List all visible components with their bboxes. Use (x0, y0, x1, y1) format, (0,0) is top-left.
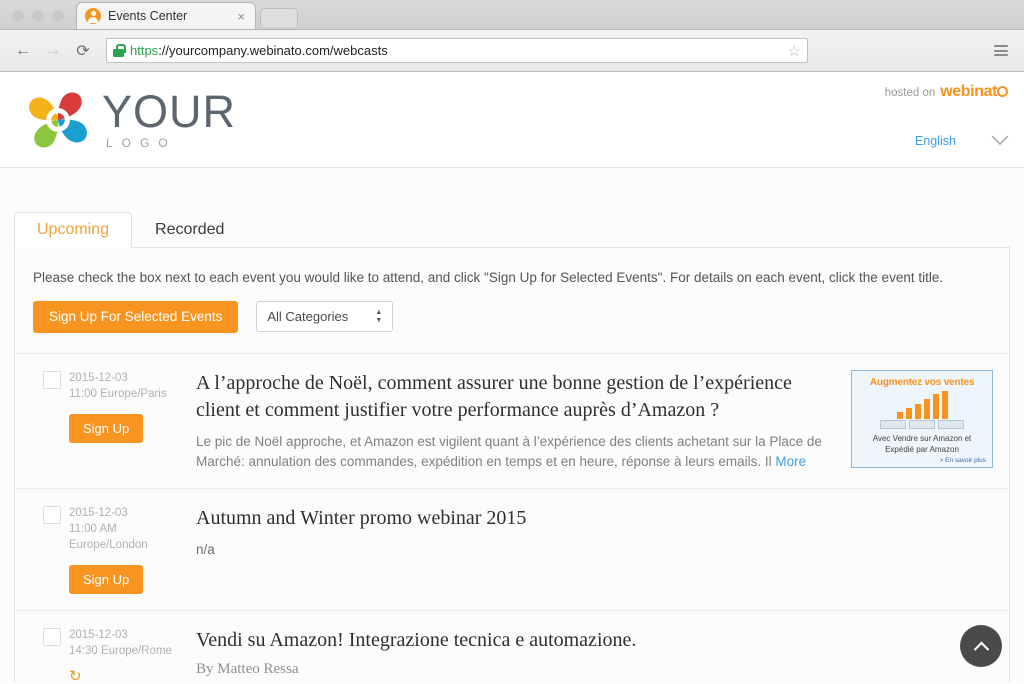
url-rest: ://yourcompany.webinato.com/webcasts (158, 43, 388, 58)
thumbnail-title: Augmentez vos ventes (869, 376, 975, 388)
lock-icon (113, 44, 126, 57)
event-body: A l’approche de Noël, comment assurer un… (196, 370, 851, 472)
back-icon[interactable]: ← (10, 38, 36, 64)
section-tabs: Upcoming Recorded (14, 211, 1010, 248)
hosted-on-badge: hosted on webinat (885, 83, 1008, 101)
signup-button[interactable]: Sign Up (69, 564, 144, 594)
favicon-icon (85, 8, 101, 24)
event-checkbox[interactable] (43, 505, 61, 524)
event-date: 2015-12-03 (69, 506, 128, 519)
event-thumbnail[interactable]: Augmentez vos ventes Avec Vendre sur Ama… (851, 369, 993, 468)
event-title[interactable]: Autumn and Winter promo webinar 2015 (196, 505, 979, 532)
webinato-brand-logo: webinat (940, 83, 1008, 101)
close-icon[interactable]: × (235, 10, 247, 23)
event-time: 14:30 Europe/Rome (69, 644, 172, 657)
window-controls[interactable] (0, 10, 74, 29)
chevron-down-icon[interactable] (991, 128, 1009, 146)
event-description-text: Le pic de Noël approche, et Amazon est v… (196, 433, 822, 469)
event-body: Vendi su Amazon! Integrazione tecnica e … (196, 627, 993, 684)
main-content: Upcoming Recorded Please check the box n… (0, 168, 1024, 683)
thumbnail-caption-line1: Avec Vendre sur Amazon et (872, 433, 972, 443)
panel-controls: Sign Up For Selected Events All Categori… (15, 285, 1009, 353)
thumbnail-bar-chart-icon (852, 390, 992, 419)
language-selector[interactable]: English (915, 128, 1009, 148)
page-content: YOUR LOGO hosted on webinat English Upco… (0, 72, 1024, 683)
event-meta: 2015-12-03 14:30 Europe/Rome ↻ (31, 627, 196, 684)
window-minimize-button[interactable] (32, 10, 44, 22)
event-presenter: By Matteo Ressa (196, 660, 299, 677)
event-title[interactable]: Vendi su Amazon! Integrazione tecnica e … (196, 627, 979, 654)
browser-tab-strip: Events Center × (0, 0, 1024, 30)
thumbnail-caption-line2: Expédié par Amazon (885, 444, 959, 454)
tab-recorded-label: Recorded (155, 220, 225, 238)
category-select-value: All Categories (267, 309, 349, 325)
forward-icon[interactable]: → (40, 38, 66, 64)
event-meta: 2015-12-03 11:00 AM Europe/London Sign U… (31, 505, 196, 594)
select-arrows-icon: ▲ ▼ (375, 308, 383, 324)
event-time: 11:00 Europe/Paris (69, 387, 167, 400)
tab-upcoming[interactable]: Upcoming (14, 212, 133, 248)
signup-selected-events-button[interactable]: Sign Up For Selected Events (33, 301, 239, 333)
hosted-on-label: hosted on (884, 87, 936, 99)
more-link[interactable]: More (775, 454, 806, 469)
reload-icon[interactable]: ⟳ (70, 38, 96, 64)
address-bar[interactable]: https://yourcompany.webinato.com/webcast… (106, 38, 808, 63)
event-body: Autumn and Winter promo webinar 2015 n/a (196, 505, 993, 594)
browser-tab-title: Events Center (108, 9, 188, 23)
tab-upcoming-label: Upcoming (37, 221, 110, 238)
thumbnail-link[interactable]: > En savoir plus (852, 455, 992, 464)
events-panel: Please check the box next to each event … (14, 247, 1010, 683)
event-row[interactable]: 2015-12-03 14:30 Europe/Rome ↻ Vendi su … (15, 609, 1009, 684)
event-row[interactable]: 2015-12-03 11:00 Europe/Paris Sign Up A … (15, 352, 1009, 488)
thumbnail-boxes-icon (852, 419, 992, 429)
address-bar-url: https://yourcompany.webinato.com/webcast… (130, 43, 788, 58)
event-description: n/a (196, 541, 215, 557)
event-description: Le pic de Noël approche, et Amazon est v… (196, 432, 837, 472)
event-row[interactable]: 2015-12-03 11:00 AM Europe/London Sign U… (15, 487, 1009, 610)
event-checkbox[interactable] (43, 370, 61, 389)
category-select[interactable]: All Categories ▲ ▼ (256, 301, 394, 333)
tab-recorded[interactable]: Recorded (132, 211, 247, 247)
chevron-up-icon (973, 641, 989, 657)
logo-sub-text: LOGO (106, 136, 177, 150)
logo-swirl-icon (29, 92, 87, 148)
panel-instructions: Please check the box next to each event … (33, 270, 944, 285)
brand-o-ring-icon (997, 86, 1008, 97)
event-title[interactable]: A l’approche de Noël, comment assurer un… (196, 370, 837, 424)
window-close-button[interactable] (12, 10, 24, 22)
hamburger-menu-icon[interactable] (988, 41, 1014, 60)
event-checkbox[interactable] (43, 627, 61, 646)
event-date: 2015-12-03 (69, 371, 128, 384)
new-tab-button[interactable] (260, 8, 298, 27)
site-logo[interactable]: YOUR LOGO (22, 84, 236, 156)
window-maximize-button[interactable] (52, 10, 64, 22)
event-date: 2015-12-03 (69, 628, 128, 641)
event-time: 11:00 AM Europe/London (69, 522, 148, 551)
site-header: YOUR LOGO hosted on webinat English (0, 72, 1024, 168)
logo-text: YOUR LOGO (102, 86, 237, 150)
bookmark-star-icon[interactable]: ☆ (788, 42, 801, 60)
browser-window: Events Center × ← → ⟳ https://yourcompan… (0, 0, 1024, 684)
thumbnail-caption: Avec Vendre sur Amazon et Expédié par Am… (852, 433, 992, 455)
browser-toolbar: ← → ⟳ https://yourcompany.webinato.com/w… (0, 30, 1024, 72)
signup-button[interactable]: Sign Up (69, 413, 144, 443)
recurring-event-icon: ↻ (69, 667, 82, 684)
scroll-to-top-button[interactable] (960, 625, 1002, 667)
logo-main-text: YOUR (102, 86, 237, 137)
browser-tab-events-center[interactable]: Events Center × (76, 2, 256, 29)
url-scheme: https (130, 43, 159, 58)
language-label: English (915, 134, 956, 148)
event-meta: 2015-12-03 11:00 Europe/Paris Sign Up (31, 370, 196, 472)
